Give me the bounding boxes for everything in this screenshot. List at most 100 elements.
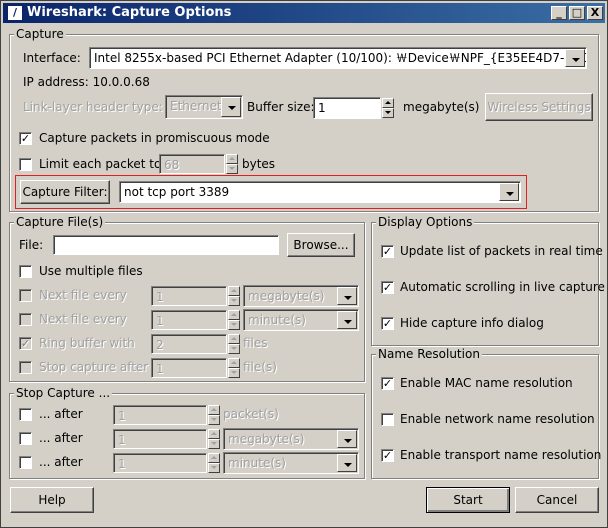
auto-scroll-checkbox[interactable]: ✓	[381, 281, 394, 294]
spin-down-icon[interactable]	[228, 368, 240, 378]
stop-after-time-unit: minute(s)	[228, 456, 286, 470]
promiscuous-label: Capture packets in promiscuous mode	[39, 131, 270, 145]
unit-dropdown-arrow-icon[interactable]	[337, 430, 357, 448]
spin-down-icon[interactable]	[226, 164, 238, 174]
shark-fin-icon: /	[7, 5, 23, 21]
stop-after-time-unit-select[interactable]: minute(s)	[223, 452, 359, 474]
next-file-size-unit-select[interactable]: megabyte(s)	[243, 285, 359, 307]
spin-up-icon[interactable]	[208, 429, 220, 439]
mac-resolution-label: Enable MAC name resolution	[400, 376, 573, 390]
stop-after-files-checkbox[interactable]	[19, 361, 32, 374]
ring-buffer-checkbox[interactable]: ✓	[19, 337, 32, 350]
spin-down-icon[interactable]	[228, 296, 240, 306]
spin-down-icon[interactable]	[208, 439, 220, 449]
spin-up-icon[interactable]	[208, 405, 220, 415]
title-bar[interactable]: / Wireshark: Capture Options _ □ X	[3, 3, 605, 23]
stop-after-size-spinner[interactable]	[208, 429, 220, 449]
file-label: File:	[19, 238, 44, 252]
hide-info-label: Hide capture info dialog	[400, 316, 544, 330]
auto-scroll-label: Automatic scrolling in live capture	[400, 280, 605, 294]
interface-value: Intel 8255x-based PCI Ethernet Adapter (…	[94, 51, 587, 65]
limit-packet-label: Limit each packet to	[39, 157, 162, 171]
link-layer-select[interactable]: Ethernet	[165, 95, 243, 119]
ring-buffer-spinner[interactable]	[228, 334, 240, 354]
spin-down-icon[interactable]	[208, 463, 220, 473]
next-file-time-unit: minute(s)	[248, 313, 306, 327]
spin-up-icon[interactable]	[226, 154, 238, 164]
mac-resolution-checkbox[interactable]: ✓	[381, 377, 394, 390]
file-input[interactable]	[53, 235, 279, 255]
spin-up-icon[interactable]	[228, 286, 240, 296]
spin-down-icon[interactable]	[382, 108, 394, 118]
next-file-time-input[interactable]: 1	[151, 310, 227, 330]
hide-info-checkbox[interactable]: ✓	[381, 317, 394, 330]
close-button[interactable]: X	[587, 6, 603, 20]
stop-after-packets-checkbox[interactable]	[19, 408, 32, 421]
unit-dropdown-arrow-icon[interactable]	[337, 287, 357, 305]
network-resolution-label: Enable network name resolution	[400, 412, 595, 426]
spin-down-icon[interactable]	[208, 415, 220, 425]
unit-dropdown-arrow-icon[interactable]	[337, 311, 357, 329]
capture-files-group-label: Capture File(s)	[14, 215, 106, 229]
transport-resolution-checkbox[interactable]: ✓	[381, 449, 394, 462]
buffer-size-label: Buffer size:	[247, 100, 315, 114]
stop-after-files-spinner[interactable]	[228, 358, 240, 378]
spin-up-icon[interactable]	[382, 98, 394, 108]
next-file-size-checkbox[interactable]	[19, 289, 32, 302]
help-button[interactable]: Help	[10, 487, 94, 513]
next-file-size-input[interactable]: 1	[151, 286, 227, 306]
stop-after-packets-label: ... after	[39, 407, 83, 421]
limit-packet-input[interactable]: 68	[159, 154, 225, 174]
stop-after-files-unit: file(s)	[243, 360, 277, 374]
capture-filter-input[interactable]: not tcp port 3389	[119, 181, 521, 203]
next-file-time-checkbox[interactable]	[19, 313, 32, 326]
stop-after-time-input[interactable]: 1	[113, 453, 207, 473]
link-layer-dropdown-arrow-icon[interactable]	[221, 97, 241, 117]
ip-address-text: IP address: 10.0.0.68	[23, 75, 150, 89]
limit-packet-checkbox[interactable]	[19, 158, 32, 171]
spin-up-icon[interactable]	[208, 453, 220, 463]
spin-up-icon[interactable]	[228, 310, 240, 320]
wireless-settings-button[interactable]: Wireless Settings	[485, 93, 593, 121]
maximize-button[interactable]: □	[569, 6, 585, 20]
spin-down-icon[interactable]	[228, 344, 240, 354]
spin-up-icon[interactable]	[228, 334, 240, 344]
spin-down-icon[interactable]	[228, 320, 240, 330]
browse-button[interactable]: Browse...	[287, 233, 355, 257]
promiscuous-checkbox[interactable]: ✓	[19, 132, 32, 145]
next-file-time-unit-select[interactable]: minute(s)	[243, 309, 359, 331]
start-button[interactable]: Start	[426, 487, 510, 513]
stop-after-packets-spinner[interactable]	[208, 405, 220, 425]
capture-filter-dropdown-arrow-icon[interactable]	[499, 183, 519, 201]
next-file-time-spinner[interactable]	[228, 310, 240, 330]
minimize-button[interactable]: _	[551, 6, 567, 20]
spin-up-icon[interactable]	[228, 358, 240, 368]
next-file-time-label: Next file every	[39, 312, 127, 326]
update-list-checkbox[interactable]: ✓	[381, 245, 394, 258]
interface-dropdown-arrow-icon[interactable]	[565, 49, 585, 67]
stop-after-time-spinner[interactable]	[208, 453, 220, 473]
ring-buffer-unit: files	[243, 336, 268, 350]
unit-dropdown-arrow-icon[interactable]	[337, 454, 357, 472]
stop-after-size-unit-select[interactable]: megabyte(s)	[223, 428, 359, 450]
limit-packet-spinner[interactable]	[226, 154, 238, 174]
buffer-size-input[interactable]: 1	[313, 97, 381, 119]
stop-capture-group-label: Stop Capture ...	[14, 386, 113, 400]
stop-after-size-checkbox[interactable]	[19, 432, 32, 445]
multiple-files-checkbox[interactable]	[19, 265, 32, 278]
next-file-size-spinner[interactable]	[228, 286, 240, 306]
stop-after-size-label: ... after	[39, 431, 83, 445]
capture-filter-button[interactable]: Capture Filter:	[20, 180, 110, 204]
stop-after-packets-input[interactable]: 1	[113, 405, 207, 425]
stop-after-size-input[interactable]: 1	[113, 429, 207, 449]
network-resolution-checkbox[interactable]	[381, 413, 394, 426]
link-layer-value: Ethernet	[170, 99, 222, 113]
stop-after-time-checkbox[interactable]	[19, 456, 32, 469]
cancel-button[interactable]: Cancel	[515, 487, 599, 513]
stop-after-files-input[interactable]: 1	[151, 358, 227, 378]
link-layer-label: Link-layer header type:	[23, 100, 163, 114]
buffer-size-spinner[interactable]	[382, 98, 394, 118]
name-resolution-group-label: Name Resolution	[376, 347, 482, 361]
ring-buffer-input[interactable]: 2	[151, 334, 227, 354]
interface-select[interactable]: Intel 8255x-based PCI Ethernet Adapter (…	[89, 47, 587, 69]
